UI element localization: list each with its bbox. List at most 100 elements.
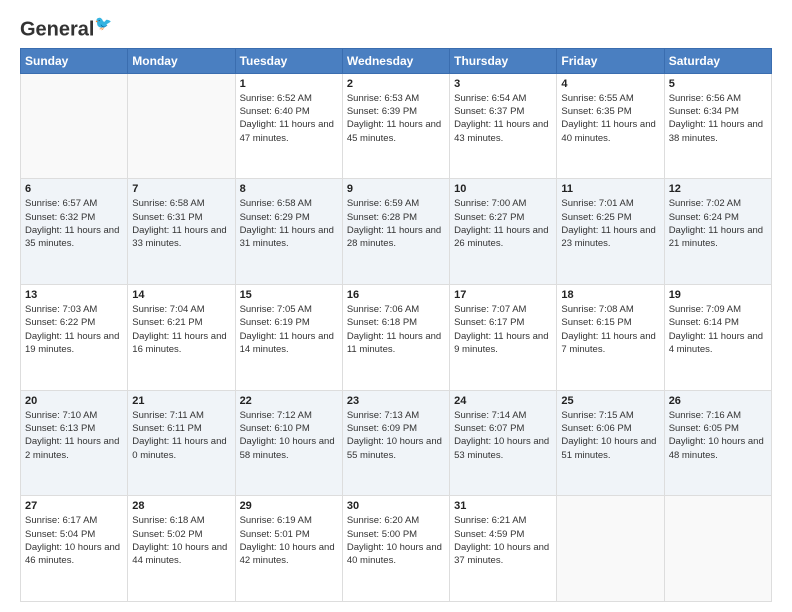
day-info: Sunrise: 6:19 AM Sunset: 5:01 PM Dayligh… (240, 514, 338, 567)
day-number: 25 (561, 395, 659, 407)
day-number: 7 (132, 183, 230, 195)
day-info: Sunrise: 7:08 AM Sunset: 6:15 PM Dayligh… (561, 303, 659, 356)
calendar-cell: 3 Sunrise: 6:54 AM Sunset: 6:37 PM Daylig… (450, 73, 557, 179)
day-info: Sunrise: 7:14 AM Sunset: 6:07 PM Dayligh… (454, 409, 552, 462)
calendar-table: SundayMondayTuesdayWednesdayThursdayFrid… (20, 48, 772, 602)
weekday-header: Saturday (664, 48, 771, 73)
day-info: Sunrise: 7:00 AM Sunset: 6:27 PM Dayligh… (454, 197, 552, 250)
day-info: Sunrise: 7:13 AM Sunset: 6:09 PM Dayligh… (347, 409, 445, 462)
calendar-cell: 8 Sunrise: 6:58 AM Sunset: 6:29 PM Daylig… (235, 179, 342, 285)
day-info: Sunrise: 7:01 AM Sunset: 6:25 PM Dayligh… (561, 197, 659, 250)
weekday-header: Thursday (450, 48, 557, 73)
header: General🐦 (20, 16, 772, 38)
calendar-week-row: 13 Sunrise: 7:03 AM Sunset: 6:22 PM Dayli… (21, 284, 772, 390)
calendar-cell: 9Sunrise: 6:59 AM Sunset: 6:28 PM Daylig… (342, 179, 449, 285)
calendar-cell: 12Sunrise: 7:02 AM Sunset: 6:24 PM Dayli… (664, 179, 771, 285)
day-info: Sunrise: 6:18 AM Sunset: 5:02 PM Dayligh… (132, 514, 230, 567)
day-info: Sunrise: 7:11 AM Sunset: 6:11 PM Dayligh… (132, 409, 230, 462)
logo-general: General (20, 19, 94, 41)
calendar-cell: 24Sunrise: 7:14 AM Sunset: 6:07 PM Dayli… (450, 390, 557, 496)
day-number: 18 (561, 289, 659, 301)
calendar-cell: 10 Sunrise: 7:00 AM Sunset: 6:27 PM Dayli… (450, 179, 557, 285)
day-info: Sunrise: 6:57 AM Sunset: 6:32 PM Dayligh… (25, 197, 123, 250)
calendar-header-row: SundayMondayTuesdayWednesdayThursdayFrid… (21, 48, 772, 73)
day-number: 6 (25, 183, 123, 195)
day-number: 16 (347, 289, 445, 301)
day-info: Sunrise: 6:52 AM Sunset: 6:40 PM Dayligh… (240, 92, 338, 145)
weekday-header: Wednesday (342, 48, 449, 73)
day-info: Sunrise: 6:20 AM Sunset: 5:00 PM Dayligh… (347, 514, 445, 567)
day-info: Sunrise: 6:17 AM Sunset: 5:04 PM Dayligh… (25, 514, 123, 567)
calendar-cell: 28 Sunrise: 6:18 AM Sunset: 5:02 PM Dayli… (128, 496, 235, 602)
day-info: Sunrise: 6:54 AM Sunset: 6:37 PM Dayligh… (454, 92, 552, 145)
day-number: 19 (669, 289, 767, 301)
day-info: Sunrise: 7:16 AM Sunset: 6:05 PM Dayligh… (669, 409, 767, 462)
calendar-week-row: 27 Sunrise: 6:17 AM Sunset: 5:04 PM Dayli… (21, 496, 772, 602)
calendar-cell: 26 Sunrise: 7:16 AM Sunset: 6:05 PM Dayli… (664, 390, 771, 496)
day-info: Sunrise: 7:04 AM Sunset: 6:21 PM Dayligh… (132, 303, 230, 356)
day-info: Sunrise: 7:06 AM Sunset: 6:18 PM Dayligh… (347, 303, 445, 356)
calendar-cell: 30 Sunrise: 6:20 AM Sunset: 5:00 PM Dayli… (342, 496, 449, 602)
calendar-cell: 4 Sunrise: 6:55 AM Sunset: 6:35 PM Daylig… (557, 73, 664, 179)
day-info: Sunrise: 7:10 AM Sunset: 6:13 PM Dayligh… (25, 409, 123, 462)
calendar-cell: 25 Sunrise: 7:15 AM Sunset: 6:06 PM Dayli… (557, 390, 664, 496)
calendar-cell (664, 496, 771, 602)
calendar-cell: 23Sunrise: 7:13 AM Sunset: 6:09 PM Dayli… (342, 390, 449, 496)
calendar-cell (557, 496, 664, 602)
calendar-cell: 22Sunrise: 7:12 AM Sunset: 6:10 PM Dayli… (235, 390, 342, 496)
day-number: 10 (454, 183, 552, 195)
calendar-cell (21, 73, 128, 179)
page: General🐦 SundayMondayTuesdayWednesdayThu… (0, 0, 792, 612)
calendar-cell: 5Sunrise: 6:56 AM Sunset: 6:34 PM Daylig… (664, 73, 771, 179)
day-info: Sunrise: 6:53 AM Sunset: 6:39 PM Dayligh… (347, 92, 445, 145)
calendar-cell: 2 Sunrise: 6:53 AM Sunset: 6:39 PM Daylig… (342, 73, 449, 179)
day-info: Sunrise: 7:05 AM Sunset: 6:19 PM Dayligh… (240, 303, 338, 356)
day-info: Sunrise: 7:03 AM Sunset: 6:22 PM Dayligh… (25, 303, 123, 356)
weekday-header: Friday (557, 48, 664, 73)
calendar-cell: 21Sunrise: 7:11 AM Sunset: 6:11 PM Dayli… (128, 390, 235, 496)
day-number: 4 (561, 78, 659, 90)
day-info: Sunrise: 6:55 AM Sunset: 6:35 PM Dayligh… (561, 92, 659, 145)
day-info: Sunrise: 7:15 AM Sunset: 6:06 PM Dayligh… (561, 409, 659, 462)
calendar-cell: 1 Sunrise: 6:52 AM Sunset: 6:40 PM Daylig… (235, 73, 342, 179)
day-number: 5 (669, 78, 767, 90)
calendar-cell: 6 Sunrise: 6:57 AM Sunset: 6:32 PM Daylig… (21, 179, 128, 285)
day-number: 28 (132, 500, 230, 512)
day-number: 27 (25, 500, 123, 512)
day-info: Sunrise: 6:58 AM Sunset: 6:31 PM Dayligh… (132, 197, 230, 250)
calendar-week-row: 20 Sunrise: 7:10 AM Sunset: 6:13 PM Dayli… (21, 390, 772, 496)
day-number: 8 (240, 183, 338, 195)
calendar-cell: 29 Sunrise: 6:19 AM Sunset: 5:01 PM Dayli… (235, 496, 342, 602)
calendar-week-row: 6 Sunrise: 6:57 AM Sunset: 6:32 PM Daylig… (21, 179, 772, 285)
calendar-cell: 13 Sunrise: 7:03 AM Sunset: 6:22 PM Dayli… (21, 284, 128, 390)
day-info: Sunrise: 6:58 AM Sunset: 6:29 PM Dayligh… (240, 197, 338, 250)
day-number: 17 (454, 289, 552, 301)
day-info: Sunrise: 6:59 AM Sunset: 6:28 PM Dayligh… (347, 197, 445, 250)
weekday-header: Monday (128, 48, 235, 73)
calendar-week-row: 1 Sunrise: 6:52 AM Sunset: 6:40 PM Daylig… (21, 73, 772, 179)
day-number: 22 (240, 395, 338, 407)
weekday-header: Tuesday (235, 48, 342, 73)
calendar-cell: 16 Sunrise: 7:06 AM Sunset: 6:18 PM Dayli… (342, 284, 449, 390)
day-number: 1 (240, 78, 338, 90)
day-number: 29 (240, 500, 338, 512)
calendar-cell: 17 Sunrise: 7:07 AM Sunset: 6:17 PM Dayli… (450, 284, 557, 390)
day-number: 13 (25, 289, 123, 301)
day-number: 20 (25, 395, 123, 407)
logo-bird-icon: 🐦 (94, 15, 111, 31)
day-info: Sunrise: 6:21 AM Sunset: 4:59 PM Dayligh… (454, 514, 552, 567)
calendar-cell: 20 Sunrise: 7:10 AM Sunset: 6:13 PM Dayli… (21, 390, 128, 496)
day-number: 15 (240, 289, 338, 301)
calendar-cell: 31 Sunrise: 6:21 AM Sunset: 4:59 PM Dayli… (450, 496, 557, 602)
day-number: 30 (347, 500, 445, 512)
calendar-cell: 15 Sunrise: 7:05 AM Sunset: 6:19 PM Dayli… (235, 284, 342, 390)
day-number: 3 (454, 78, 552, 90)
calendar-cell: 27 Sunrise: 6:17 AM Sunset: 5:04 PM Dayli… (21, 496, 128, 602)
calendar-cell: 19Sunrise: 7:09 AM Sunset: 6:14 PM Dayli… (664, 284, 771, 390)
day-number: 26 (669, 395, 767, 407)
calendar-cell: 18 Sunrise: 7:08 AM Sunset: 6:15 PM Dayli… (557, 284, 664, 390)
day-number: 2 (347, 78, 445, 90)
day-number: 31 (454, 500, 552, 512)
calendar-cell: 14Sunrise: 7:04 AM Sunset: 6:21 PM Dayli… (128, 284, 235, 390)
day-info: Sunrise: 7:07 AM Sunset: 6:17 PM Dayligh… (454, 303, 552, 356)
